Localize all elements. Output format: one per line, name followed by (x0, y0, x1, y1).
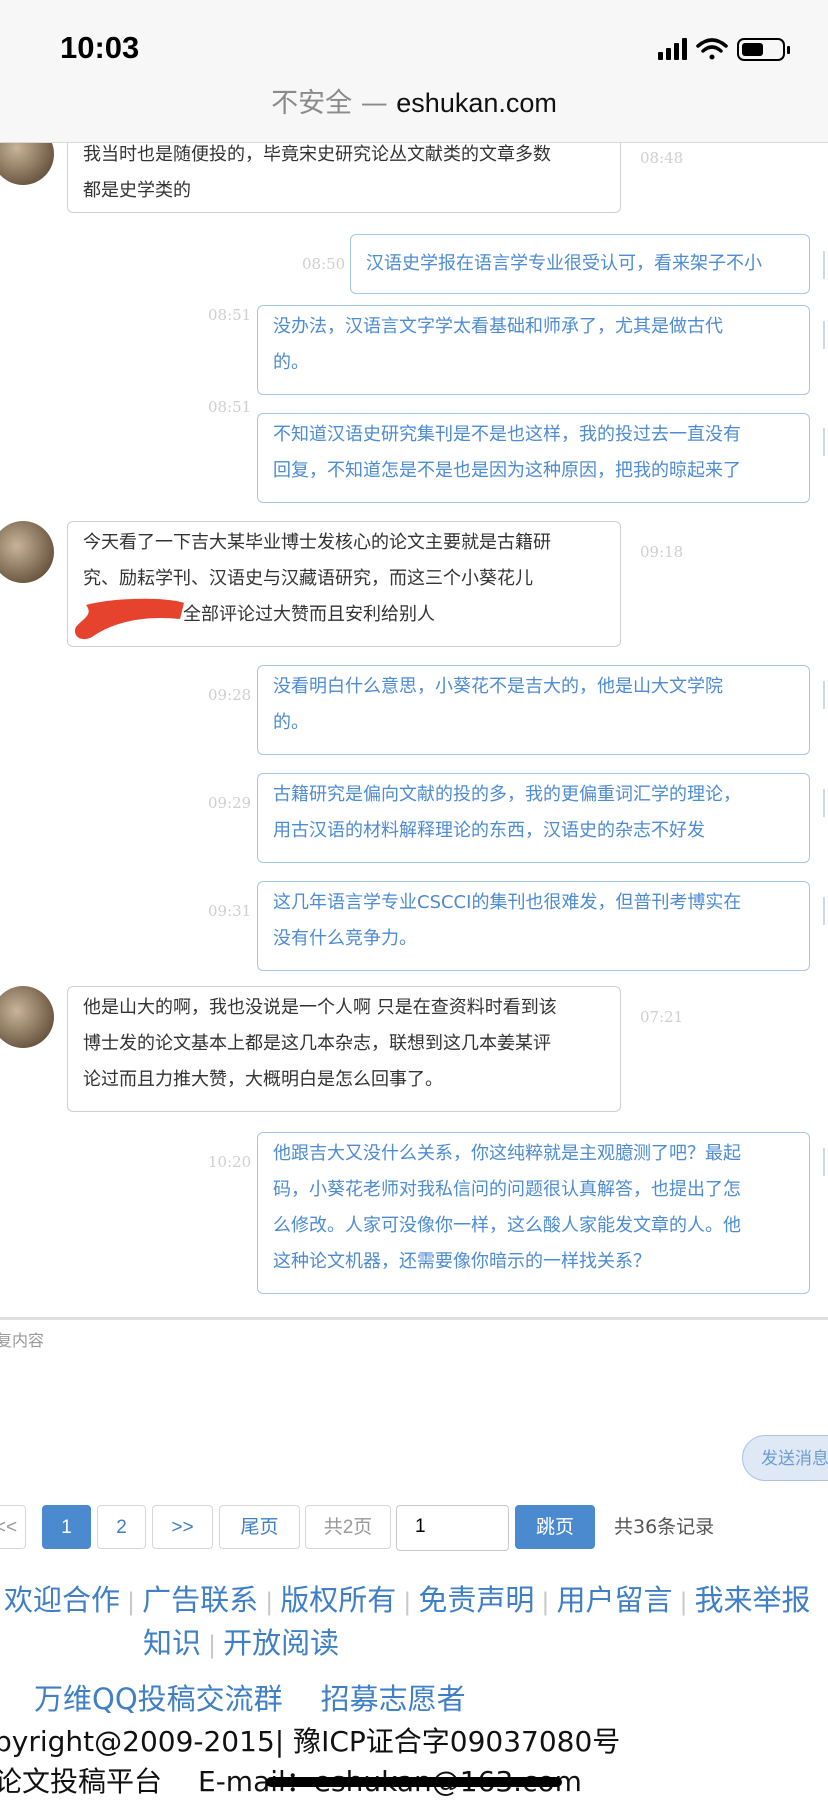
jump-button[interactable]: 跳页 (515, 1505, 595, 1549)
separator: | (265, 1588, 274, 1616)
url-domain: eshukan.com (396, 88, 557, 118)
copyright-text: pyright@2009-2015| 豫ICP证合字09037080号 (0, 1725, 621, 1758)
message-line: 博士发的论文基本上都是这几本杂志，联想到这几本姜某评 (83, 1033, 551, 1054)
message-line: 用古汉语的材料解释理论的东西，汉语史的杂志不好发 (273, 820, 705, 841)
reply-marker (823, 251, 828, 279)
wifi-icon (696, 38, 728, 60)
reply-marker (823, 428, 828, 456)
message-time: 09:29 (208, 794, 252, 812)
message-bubble: 他是山大的啊，我也没说是一个人啊 只是在查资料时看到该 博士发的论文基本上都是这… (67, 986, 621, 1112)
battery-icon (737, 38, 790, 61)
volunteer-link[interactable]: 招募志愿者 (321, 1682, 466, 1716)
message-time: 10:20 (208, 1153, 252, 1171)
footer-link-feedback[interactable]: 用户留言 (556, 1583, 672, 1617)
message-line: 我当时也是随便投的，毕竟宋史研究论丛文献类的文章多数 (83, 144, 551, 165)
message-time: 08:51 (208, 398, 252, 416)
message-time: 09:28 (208, 686, 252, 704)
message-bubble: 古籍研究是偏向文献的投的多，我的更偏重词汇学的理论， 用古汉语的材料解释理论的东… (257, 773, 810, 863)
reply-divider (0, 1317, 828, 1320)
separator: | (403, 1588, 412, 1616)
message-line: 今天看了一下吉大某毕业博士发核心的论文主要就是古籍研 (83, 532, 551, 553)
prev-page-button[interactable]: << (0, 1505, 26, 1549)
footer-link-report[interactable]: 我来举报 (695, 1583, 811, 1617)
footer-link-disclaimer[interactable]: 免责声明 (418, 1583, 534, 1617)
home-indicator (266, 1777, 562, 1787)
message-time: 09:31 (208, 902, 252, 920)
message-line: 的。 (273, 352, 309, 373)
separator: | (127, 1588, 136, 1616)
page-1-button[interactable]: 1 (42, 1505, 91, 1549)
message-line: 汉语史学报在语言学专业很受认可，看来架子不小 (366, 253, 762, 274)
message-time: 07:21 (640, 1008, 684, 1026)
message-time: 08:48 (640, 149, 684, 167)
message-bubble: 这几年语言学专业CSCCI的集刊也很难发，但普刊考博实在 没有什么竞争力。 (257, 881, 810, 971)
reply-marker (823, 897, 828, 925)
avatar[interactable] (0, 143, 54, 185)
reply-marker (823, 1148, 828, 1176)
message-line: 没办法，汉语言文字学太看基础和师承了，尤其是做古代 (273, 316, 723, 337)
separator: | (679, 1588, 688, 1616)
total-records-label: 共36条记录 (614, 1516, 715, 1538)
security-label: 不安全 — (271, 88, 397, 119)
separator: | (541, 1588, 550, 1616)
send-message-button[interactable]: 发送消息 (742, 1435, 828, 1481)
message-time: 09:18 (640, 543, 684, 561)
footer-link-open-reading[interactable]: 开放阅读 (223, 1626, 339, 1660)
message-time: 08:51 (208, 306, 252, 324)
footer-community-row: 万维QQ投稿交流群 招募志愿者 (34, 1677, 466, 1721)
message-line: 么修改。人家可没像你一样，这么酸人家能发文章的人。他 (273, 1215, 741, 1236)
platform-label: 论文投稿平台 (0, 1765, 163, 1798)
url-bar[interactable]: 不安全 — eshukan.com (0, 84, 828, 143)
message-bubble: 没看明白什么意思，小葵花不是吉大的，他是山大文学院 的。 (257, 665, 810, 755)
redaction-scribble (74, 598, 184, 640)
footer-links: 欢迎合作 | 广告联系 | 版权所有 | 免责声明 | 用户留言 | 我来举报 (4, 1578, 811, 1624)
message-line: 究、励耘学刊、汉语史与汉藏语研究，而这三个小葵花儿 (83, 568, 533, 589)
message-bubble: 汉语史学报在语言学专业很受认可，看来架子不小 (350, 234, 810, 294)
message-line: 这种论文机器，还需要像你暗示的一样找关系？ (273, 1251, 651, 1272)
status-icons (658, 36, 798, 66)
message-line: 都是史学类的 (83, 180, 191, 201)
footer-link-knowledge[interactable]: 知识 (143, 1626, 201, 1660)
message-time: 08:50 (302, 255, 346, 273)
message-line: 没看明白什么意思，小葵花不是吉大的，他是山大文学院 (273, 676, 723, 697)
qq-group-link[interactable]: 万维QQ投稿交流群 (34, 1682, 283, 1716)
message-line: 他是山大的啊，我也没说是一个人啊 只是在查资料时看到该 (83, 997, 557, 1018)
reply-textarea[interactable]: 复内容 (0, 1327, 44, 1351)
message-bubble: 我当时也是随便投的，毕竟宋史研究论丛文献类的文章多数 都是史学类的 (67, 143, 621, 213)
reply-marker (823, 321, 828, 349)
clock: 10:03 (60, 30, 140, 65)
reply-marker (823, 789, 828, 817)
message-line: 的。 (273, 712, 309, 733)
message-bubble: 不知道汉语史研究集刊是不是也这样，我的投过去一直没有 回复，不知道怎是不是也是因… (257, 413, 810, 503)
message-line: 古籍研究是偏向文献的投的多，我的更偏重词汇学的理论， (273, 784, 741, 805)
page-2-button[interactable]: 2 (97, 1505, 146, 1549)
message-line: 回复，不知道怎是不是也是因为这种原因，把我的晾起来了 (273, 460, 741, 481)
jump-page-input[interactable]: 1 (396, 1505, 509, 1551)
footer-link-ads[interactable]: 广告联系 (142, 1583, 258, 1617)
message-line: 不知道汉语史研究集刊是不是也这样，我的投过去一直没有 (273, 424, 741, 445)
message-bubble: 他跟吉大又没什么关系，你这纯粹就是主观臆测了吧？最起 码，小葵花老师对我私信问的… (257, 1132, 810, 1294)
message-bubble: 没办法，汉语言文字学太看基础和师承了，尤其是做古代 的。 (257, 305, 810, 395)
status-bar: 10:03 (0, 0, 828, 84)
footer-links-row2: 知识 | 开放阅读 (143, 1621, 339, 1667)
footer-link-copyright[interactable]: 版权所有 (280, 1583, 396, 1617)
avatar[interactable] (0, 986, 54, 1048)
last-page-button[interactable]: 尾页 (219, 1505, 300, 1549)
avatar[interactable] (0, 521, 54, 583)
footer-link-cooperation[interactable]: 欢迎合作 (4, 1583, 120, 1617)
next-page-button[interactable]: >> (152, 1505, 213, 1549)
cellular-signal-icon (658, 38, 687, 60)
message-line: 这几年语言学专业CSCCI的集刊也很难发，但普刊考博实在 (273, 892, 742, 913)
separator: | (208, 1631, 217, 1659)
message-line: 没有什么竞争力。 (273, 928, 417, 949)
message-line: 码，小葵花老师对我私信问的问题很认真解答，也提出了怎 (273, 1179, 741, 1200)
message-line: 他跟吉大又没什么关系，你这纯粹就是主观臆测了吧？最起 (273, 1143, 741, 1164)
message-line: 论过而且力推大赞，大概明白是怎么回事了。 (83, 1069, 443, 1090)
reply-marker (823, 681, 828, 709)
total-pages-label: 共2页 (305, 1505, 391, 1549)
